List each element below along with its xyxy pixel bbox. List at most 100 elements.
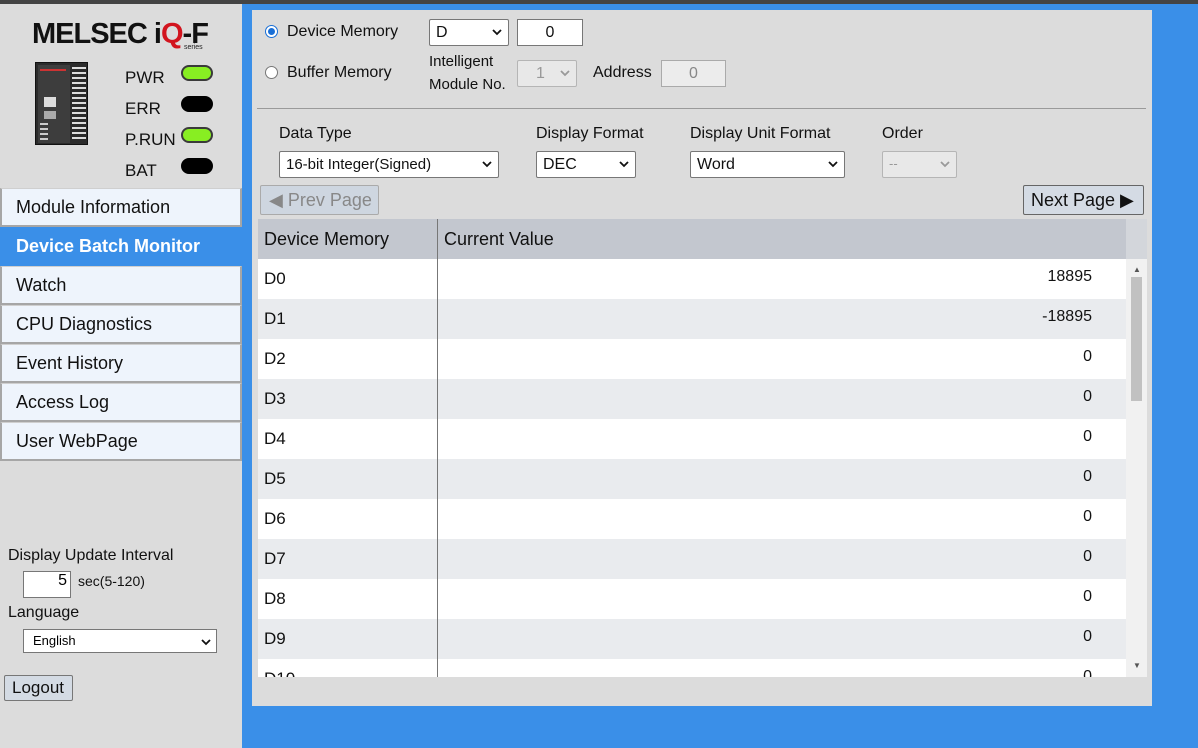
table-row: D5 0 xyxy=(258,459,1126,499)
sidebar-item-module-information[interactable]: Module Information xyxy=(0,188,242,227)
device-cell: D1 xyxy=(264,309,286,328)
data-type-label: Data Type xyxy=(279,125,352,142)
led-label: BAT xyxy=(125,161,157,180)
table-row: D3 0 xyxy=(258,379,1126,419)
display-format-label: Display Format xyxy=(536,125,644,142)
module-no-label: Module No. xyxy=(429,76,506,93)
value-cell: -18895 xyxy=(1042,308,1092,325)
value-cell: 0 xyxy=(1083,548,1092,565)
table-row: D0 18895 xyxy=(258,259,1126,299)
scroll-down-arrow-icon[interactable]: ▼ xyxy=(1133,661,1141,670)
led-lamp-icon xyxy=(181,65,213,81)
language-label: Language xyxy=(8,604,80,621)
buffer-memory-radio-label: Buffer Memory xyxy=(287,64,392,81)
sidebar-item-watch[interactable]: Watch xyxy=(0,266,242,305)
chevron-down-icon xyxy=(619,161,629,168)
interval-label: Display Update Interval xyxy=(8,547,174,564)
device-cell: D9 xyxy=(264,629,286,648)
language-select-value: English xyxy=(33,633,76,648)
order-label: Order xyxy=(882,125,923,142)
logout-button[interactable]: Logout xyxy=(4,675,73,701)
module-no-select[interactable]: 1 xyxy=(517,60,577,87)
table-row: D7 0 xyxy=(258,539,1126,579)
table-row: D4 0 xyxy=(258,419,1126,459)
address-label: Address xyxy=(593,64,652,81)
device-cell: D8 xyxy=(264,589,286,608)
table-row: D2 0 xyxy=(258,339,1126,379)
table-row: D10 0 xyxy=(258,659,1126,677)
device-cell: D0 xyxy=(264,269,286,288)
device-start-input[interactable]: 0 xyxy=(517,19,583,46)
scrollbar-thumb[interactable] xyxy=(1131,277,1142,401)
column-header-value: Current Value xyxy=(444,229,554,249)
plc-module-image xyxy=(35,62,88,145)
main-panel: Device Memory D 0 Buffer Memory Intellig… xyxy=(252,10,1152,706)
status-leds: PWR ERR P.RUN BAT xyxy=(125,64,220,188)
scrollbar-header-cap xyxy=(1126,219,1147,259)
device-cell: D10 xyxy=(264,669,295,677)
logo-series-text: series xyxy=(184,44,203,51)
buffer-memory-radio[interactable] xyxy=(265,66,278,79)
sidebar-item-device-batch-monitor[interactable]: Device Batch Monitor xyxy=(0,227,242,266)
table-scrollbar[interactable]: ▲ ▼ xyxy=(1126,259,1147,677)
order-select[interactable]: -- xyxy=(882,151,957,178)
display-unit-format-value: Word xyxy=(697,156,735,173)
led-err: ERR xyxy=(125,95,220,126)
value-cell: 0 xyxy=(1083,588,1092,605)
led-label: ERR xyxy=(125,99,161,118)
value-cell: 0 xyxy=(1083,628,1092,645)
table-row: D6 0 xyxy=(258,499,1126,539)
intelligent-label: Intelligent xyxy=(429,53,494,70)
device-table: Device Memory Current Value D0 18895 D1 -1… xyxy=(258,219,1147,677)
table-header: Device Memory Current Value xyxy=(258,219,1126,259)
led-lamp-icon xyxy=(181,96,213,112)
device-type-value: D xyxy=(436,24,448,41)
display-unit-format-label: Display Unit Format xyxy=(690,125,831,142)
sidebar-nav: Module Information Device Batch Monitor … xyxy=(0,188,242,461)
display-format-value: DEC xyxy=(543,156,577,173)
chevron-down-icon xyxy=(482,161,492,168)
table-row: D8 0 xyxy=(258,579,1126,619)
device-type-select[interactable]: D xyxy=(429,19,509,46)
next-page-button[interactable]: Next Page ▶ xyxy=(1023,185,1144,215)
sidebar-item-cpu-diagnostics[interactable]: CPU Diagnostics xyxy=(0,305,242,344)
led-label: PWR xyxy=(125,68,165,87)
device-cell: D2 xyxy=(264,349,286,368)
column-divider xyxy=(437,219,438,677)
language-select[interactable]: English xyxy=(23,629,217,653)
chevron-down-icon xyxy=(560,70,570,77)
device-cell: D5 xyxy=(264,469,286,488)
table-row: D1 -18895 xyxy=(258,299,1126,339)
display-unit-format-select[interactable]: Word xyxy=(690,151,845,178)
interval-input[interactable]: 5 xyxy=(23,571,71,598)
interval-unit: sec(5-120) xyxy=(78,573,145,589)
sidebar-item-user-webpage[interactable]: User WebPage xyxy=(0,422,242,461)
sidebar: MELSEC iQ-F series PWR ERR P.RUN BAT Mod… xyxy=(0,4,242,748)
scroll-up-arrow-icon[interactable]: ▲ xyxy=(1133,265,1141,274)
device-cell: D4 xyxy=(264,429,286,448)
led-pwr: PWR xyxy=(125,64,220,95)
device-cell: D6 xyxy=(264,509,286,528)
order-value: -- xyxy=(889,156,898,171)
chevron-down-icon xyxy=(828,161,838,168)
value-cell: 0 xyxy=(1083,508,1092,525)
chevron-down-icon xyxy=(940,161,950,168)
column-header-device: Device Memory xyxy=(264,229,390,249)
device-memory-radio[interactable] xyxy=(265,25,278,38)
module-no-value: 1 xyxy=(536,65,545,82)
data-type-select[interactable]: 16-bit Integer(Signed) xyxy=(279,151,499,178)
device-cell: D3 xyxy=(264,389,286,408)
device-memory-radio-label: Device Memory xyxy=(287,23,399,40)
value-cell: 0 xyxy=(1083,468,1092,485)
sidebar-item-event-history[interactable]: Event History xyxy=(0,344,242,383)
divider xyxy=(257,108,1146,109)
address-input[interactable]: 0 xyxy=(661,60,726,87)
sidebar-item-access-log[interactable]: Access Log xyxy=(0,383,242,422)
table-row: D9 0 xyxy=(258,619,1126,659)
value-cell: 0 xyxy=(1083,348,1092,365)
prev-page-button[interactable]: ◀ Prev Page xyxy=(260,185,379,215)
chevron-down-icon xyxy=(201,639,211,646)
led-label: P.RUN xyxy=(125,130,176,149)
display-format-select[interactable]: DEC xyxy=(536,151,636,178)
data-type-value: 16-bit Integer(Signed) xyxy=(286,156,432,173)
